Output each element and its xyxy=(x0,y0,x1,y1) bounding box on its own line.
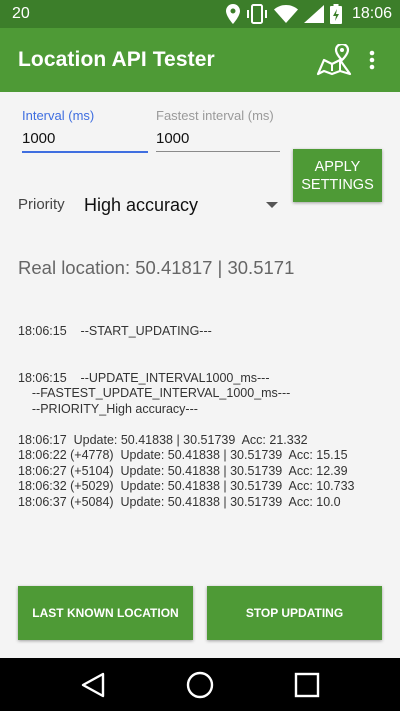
apply-settings-label: APPLY SETTINGS xyxy=(301,158,374,194)
dropdown-arrow-icon xyxy=(266,202,278,208)
update-log: 18:06:15 --START_UPDATING--- 18:06:15 --U… xyxy=(18,324,388,510)
recents-icon xyxy=(294,672,319,697)
status-bar: 20 18:06 xyxy=(0,0,400,28)
log-line: 18:06:17 Update: 50.41838 | 30.51739 Acc… xyxy=(18,432,308,447)
phone-vibrate-icon xyxy=(246,4,267,24)
last-known-location-label: LAST KNOWN LOCATION xyxy=(32,606,179,620)
interval-input[interactable] xyxy=(22,126,148,153)
log-line: --PRIORITY_High accuracy--- xyxy=(18,401,198,416)
home-button[interactable] xyxy=(180,665,220,705)
priority-selected-value: High accuracy xyxy=(84,194,199,215)
stop-updating-button[interactable]: STOP UPDATING xyxy=(207,586,382,640)
recents-button[interactable] xyxy=(287,665,327,705)
log-line: 18:06:37 (+5084) Update: 50.41838 | 30.5… xyxy=(18,494,341,509)
apply-settings-button[interactable]: APPLY SETTINGS xyxy=(293,149,382,202)
notification-count: 20 xyxy=(12,5,30,22)
map-icon xyxy=(316,44,352,76)
log-line: 18:06:27 (+5104) Update: 50.41838 | 30.5… xyxy=(18,463,348,478)
real-location-text: Real location: 50.41817 | 30.5171 xyxy=(18,257,295,278)
priority-label: Priority xyxy=(18,196,65,213)
app-title: Location API Tester xyxy=(18,48,215,71)
log-line: 18:06:15 --UPDATE_INTERVAL1000_ms--- xyxy=(18,370,270,385)
apply-label-line1: APPLY xyxy=(314,158,361,175)
status-time: 18:06 xyxy=(351,5,392,22)
home-icon xyxy=(186,671,214,698)
screen: 20 18:06 Location API Tester Interval (m… xyxy=(0,0,400,711)
interval-label: Interval (ms) xyxy=(22,108,95,123)
overflow-menu-icon xyxy=(369,50,375,70)
back-icon xyxy=(82,672,105,697)
wifi-icon xyxy=(273,5,298,23)
navigation-bar xyxy=(0,658,400,711)
interval-field: Interval (ms) xyxy=(22,108,148,153)
cell-signal-icon xyxy=(303,5,324,23)
log-line: 18:06:22 (+4778) Update: 50.41838 | 30.5… xyxy=(18,448,348,462)
location-pin-icon xyxy=(225,4,240,24)
fastest-interval-input[interactable] xyxy=(156,126,280,152)
status-icons: 18:06 xyxy=(225,4,392,24)
fastest-interval-label: Fastest interval (ms) xyxy=(156,108,274,123)
log-line: 18:06:15 --START_UPDATING--- xyxy=(18,324,212,338)
priority-dropdown[interactable]: High accuracy xyxy=(84,192,278,218)
back-button[interactable] xyxy=(73,665,113,705)
battery-charging-icon xyxy=(329,4,342,24)
apply-label-line2: SETTINGS xyxy=(301,176,374,193)
last-known-location-button[interactable]: LAST KNOWN LOCATION xyxy=(18,586,193,640)
app-bar: Location API Tester xyxy=(0,28,400,92)
overflow-menu-button[interactable] xyxy=(360,40,384,80)
main-content: Interval (ms) Fastest interval (ms) APPL… xyxy=(0,92,400,658)
log-line: 18:06:32 (+5029) Update: 50.41838 | 30.5… xyxy=(18,479,355,493)
map-button[interactable] xyxy=(314,40,354,80)
log-line: --FASTEST_UPDATE_INTERVAL_1000_ms--- xyxy=(18,386,291,400)
fastest-interval-field: Fastest interval (ms) xyxy=(156,108,280,152)
stop-updating-label: STOP UPDATING xyxy=(245,606,344,620)
